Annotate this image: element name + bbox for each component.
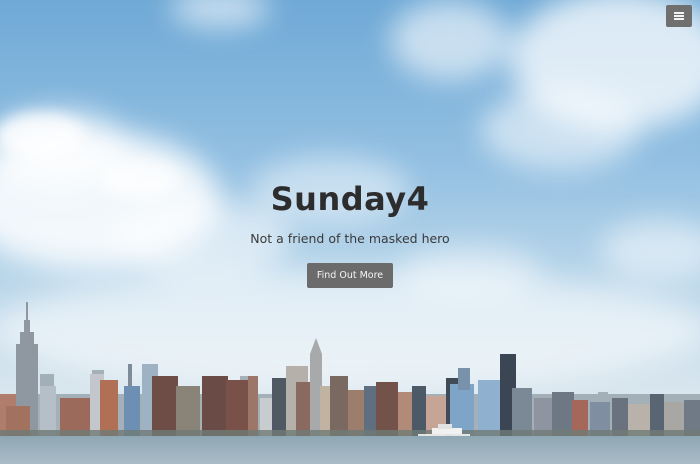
hamburger-menu-icon — [674, 12, 684, 20]
menu-toggle-button[interactable] — [666, 5, 692, 27]
hero-content: Sunday4 Not a friend of the masked hero … — [0, 176, 700, 288]
hero-section: Sunday4 Not a friend of the masked hero … — [0, 0, 700, 464]
find-out-more-button[interactable]: Find Out More — [306, 263, 394, 288]
site-tagline: Not a friend of the masked hero — [250, 231, 450, 246]
site-title: Sunday4 — [270, 180, 430, 218]
city-skyline — [0, 302, 700, 464]
